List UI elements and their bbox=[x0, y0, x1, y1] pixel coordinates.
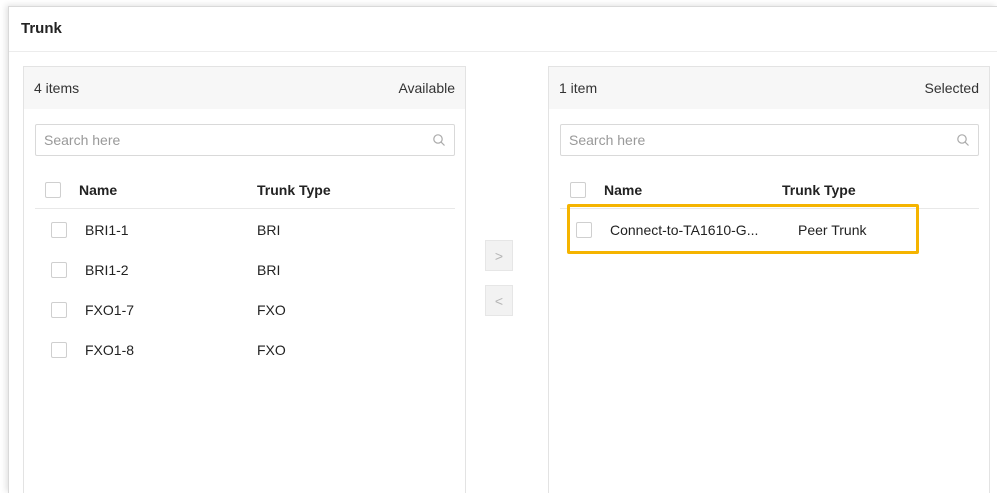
selected-panel: 1 item Selected Name Trunk Type Connect-… bbox=[548, 66, 990, 493]
table-row[interactable]: Connect-to-TA1610-G... Peer Trunk bbox=[560, 210, 979, 250]
row-checkbox[interactable] bbox=[51, 262, 67, 278]
trunk-name: FXO1-7 bbox=[85, 302, 135, 318]
available-list: BRI1-1 BRI BRI1-2 BRI FXO1-7 FXO FXO1-8 … bbox=[35, 210, 455, 370]
available-count: 4 items bbox=[34, 80, 80, 96]
row-checkbox[interactable] bbox=[51, 342, 67, 358]
selected-select-all-checkbox[interactable] bbox=[570, 181, 586, 198]
page-title: Trunk bbox=[21, 20, 62, 37]
selected-table-header: Name Trunk Type bbox=[560, 171, 979, 209]
row-checkbox[interactable] bbox=[51, 222, 67, 238]
available-panel: 4 items Available Name Trunk Type BRI1-1… bbox=[23, 66, 466, 493]
table-row[interactable]: FXO1-8 FXO bbox=[35, 330, 455, 370]
selected-count: 1 item bbox=[559, 80, 598, 96]
column-header-trunk-type: Trunk Type bbox=[257, 181, 331, 198]
move-left-button[interactable]: < bbox=[485, 285, 513, 316]
trunk-type: Peer Trunk bbox=[798, 222, 867, 238]
available-label: Available bbox=[398, 80, 455, 96]
selected-search-input[interactable] bbox=[569, 132, 956, 148]
trunk-type: BRI bbox=[257, 262, 281, 278]
table-row[interactable]: FXO1-7 FXO bbox=[35, 290, 455, 330]
trunk-type: FXO bbox=[257, 342, 286, 358]
column-header-trunk-type: Trunk Type bbox=[782, 181, 856, 198]
available-table-header: Name Trunk Type bbox=[35, 171, 455, 209]
trunk-name: BRI1-1 bbox=[85, 222, 129, 238]
trunk-name: Connect-to-TA1610-G... bbox=[610, 222, 759, 238]
row-checkbox[interactable] bbox=[576, 222, 592, 238]
trunk-type: FXO bbox=[257, 302, 286, 318]
selected-search-box[interactable] bbox=[560, 124, 979, 156]
available-search-input[interactable] bbox=[44, 132, 432, 148]
move-right-button[interactable]: > bbox=[485, 240, 513, 271]
search-icon[interactable] bbox=[956, 133, 970, 147]
selected-label: Selected bbox=[924, 80, 979, 96]
trunk-name: FXO1-8 bbox=[85, 342, 135, 358]
table-row[interactable]: BRI1-2 BRI bbox=[35, 250, 455, 290]
available-select-all-checkbox[interactable] bbox=[45, 181, 61, 198]
selected-list: Connect-to-TA1610-G... Peer Trunk bbox=[560, 210, 979, 250]
available-panel-header: 4 items Available bbox=[24, 67, 465, 109]
title-divider bbox=[9, 51, 997, 52]
column-header-name: Name bbox=[79, 181, 118, 198]
available-search-box[interactable] bbox=[35, 124, 455, 156]
trunk-name: BRI1-2 bbox=[85, 262, 129, 278]
column-header-name: Name bbox=[604, 181, 643, 198]
selected-panel-header: 1 item Selected bbox=[549, 67, 989, 109]
trunk-type: BRI bbox=[257, 222, 281, 238]
search-icon[interactable] bbox=[432, 133, 446, 147]
row-checkbox[interactable] bbox=[51, 302, 67, 318]
table-row[interactable]: BRI1-1 BRI bbox=[35, 210, 455, 250]
